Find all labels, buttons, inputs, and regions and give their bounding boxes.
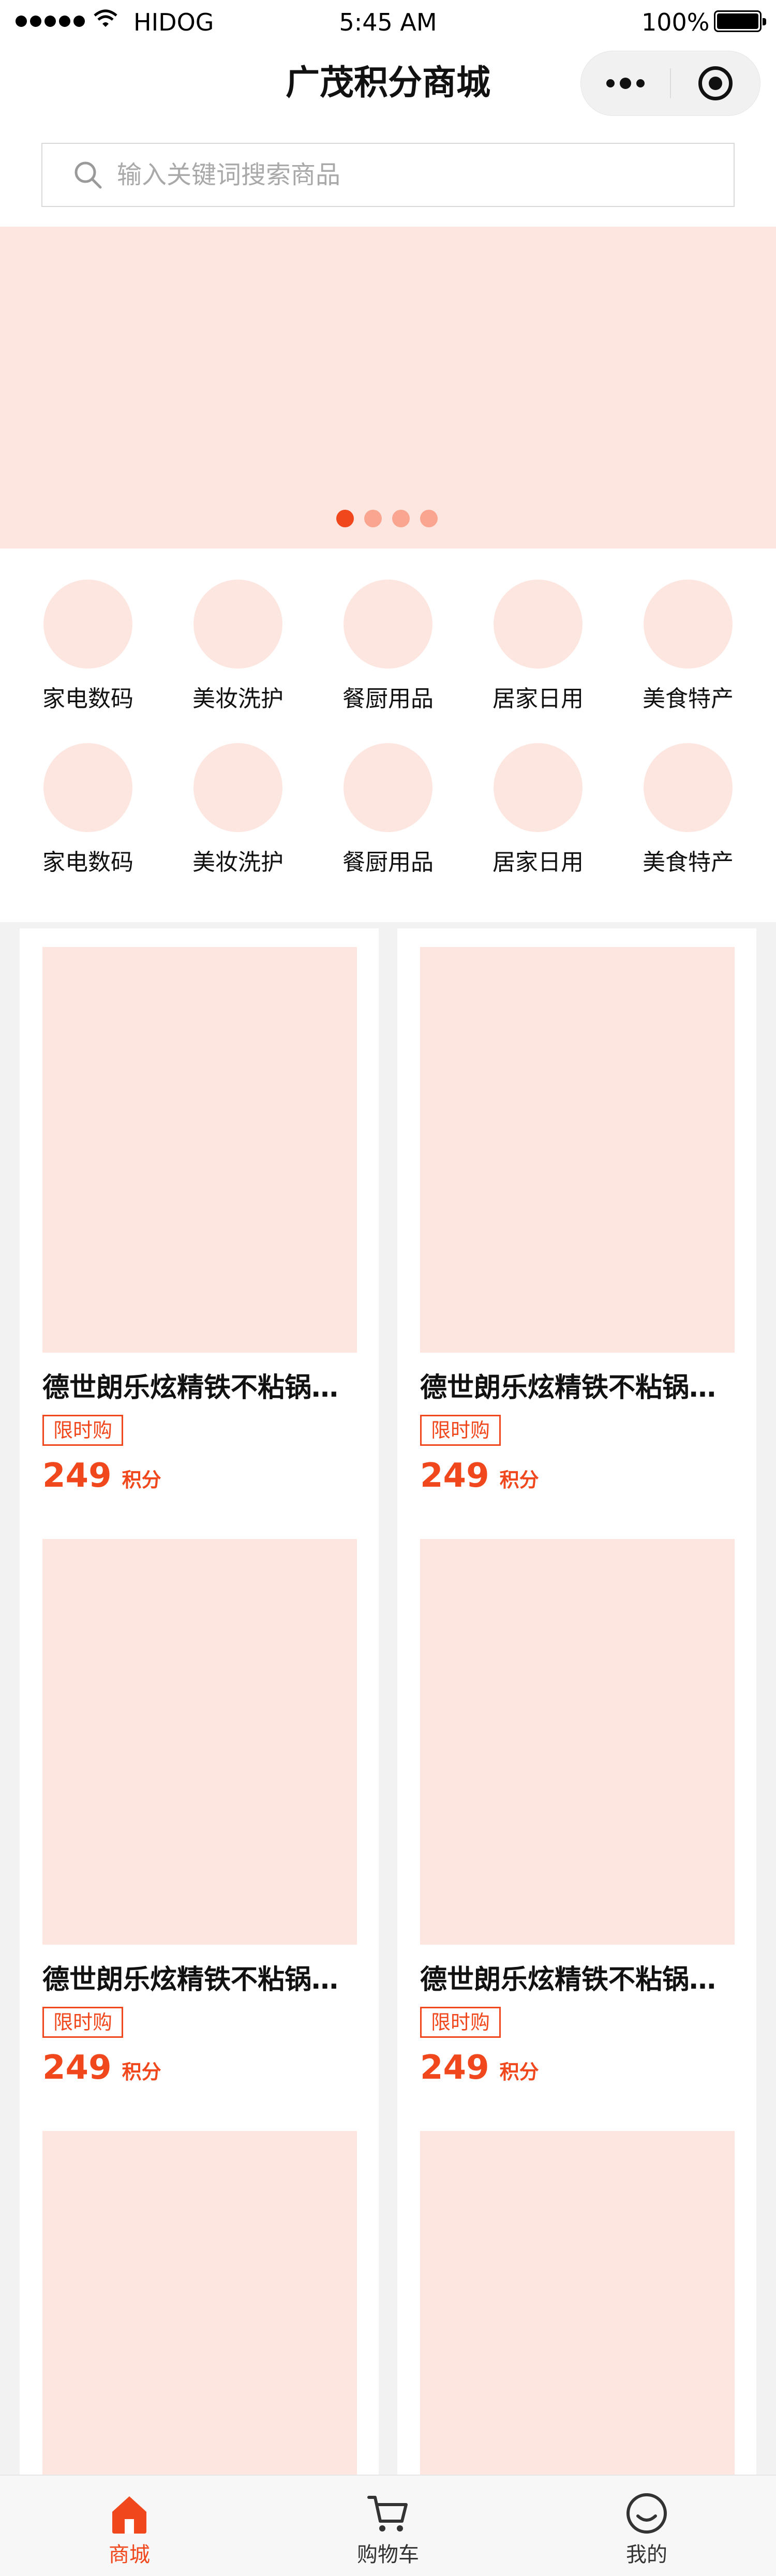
category-label: 家电数码 xyxy=(42,849,133,876)
product-card[interactable]: 德世朗乐炫精铁不粘锅三… 限时购 249 积分 xyxy=(397,928,756,1520)
close-target-icon xyxy=(698,66,733,100)
product-card[interactable]: 德世朗乐炫精铁不粘锅三… 限时购 249 积分 xyxy=(20,1520,379,2112)
category-icon xyxy=(43,743,132,832)
product-grid: 德世朗乐炫精铁不粘锅三… 限时购 249 积分 德世朗乐炫精铁不粘锅三… 限时购… xyxy=(20,928,756,2576)
more-button[interactable] xyxy=(581,51,670,115)
flash-sale-tag: 限时购 xyxy=(420,2007,501,2038)
category-item[interactable]: 餐厨用品 xyxy=(313,580,463,718)
price-unit: 积分 xyxy=(499,1469,539,1491)
tab-label: 我的 xyxy=(626,2543,667,2567)
category-icon xyxy=(43,580,132,669)
cart-icon xyxy=(367,2496,408,2531)
tab-profile[interactable]: 我的 xyxy=(517,2476,776,2576)
category-label: 美妆洗护 xyxy=(192,686,283,712)
price-unit: 积分 xyxy=(499,2061,539,2083)
category-icon xyxy=(494,743,583,832)
category-label: 美食特产 xyxy=(643,686,734,712)
product-title: 德世朗乐炫精铁不粘锅三… xyxy=(42,1964,358,1995)
close-mini-program-button[interactable] xyxy=(671,51,760,115)
category-grid: 家电数码 美妆洗护 餐厨用品 居家日用 美食特产 家电数码 美妆洗护 餐厨用品 … xyxy=(13,580,763,882)
banner-dot[interactable] xyxy=(336,510,354,527)
category-label: 家电数码 xyxy=(42,686,133,712)
price-row: 249 积分 xyxy=(42,2048,161,2088)
tab-mall[interactable]: 商城 xyxy=(0,2476,259,2576)
category-icon xyxy=(644,743,733,832)
battery-icon xyxy=(714,10,766,32)
product-title: 德世朗乐炫精铁不粘锅三… xyxy=(420,1372,736,1403)
tab-cart[interactable]: 购物车 xyxy=(259,2476,517,2576)
category-item[interactable]: 家电数码 xyxy=(13,580,163,718)
banner-carousel[interactable] xyxy=(0,227,776,549)
product-section: 德世朗乐炫精铁不粘锅三… 限时购 249 积分 德世朗乐炫精铁不粘锅三… 限时购… xyxy=(0,922,776,2576)
category-item[interactable]: 居家日用 xyxy=(463,580,613,718)
category-icon xyxy=(193,743,282,832)
category-icon xyxy=(344,743,432,832)
category-item[interactable]: 美妆洗护 xyxy=(163,580,313,718)
tab-label: 购物车 xyxy=(357,2543,419,2567)
price-row: 249 积分 xyxy=(420,1456,539,1496)
banner-dot[interactable] xyxy=(392,510,410,527)
product-price: 249 xyxy=(420,2049,489,2087)
category-label: 美妆洗护 xyxy=(192,849,283,876)
category-item[interactable]: 美食特产 xyxy=(613,580,763,718)
home-icon xyxy=(112,2496,146,2534)
product-price: 249 xyxy=(42,2049,112,2087)
banner-dot[interactable] xyxy=(364,510,382,527)
product-card[interactable]: 德世朗乐炫精铁不粘锅三… 限时购 249 积分 xyxy=(397,1520,756,2112)
banner-indicator xyxy=(336,510,438,527)
price-unit: 积分 xyxy=(122,2061,161,2083)
category-item[interactable]: 餐厨用品 xyxy=(313,743,463,882)
price-unit: 积分 xyxy=(122,1469,161,1491)
category-icon xyxy=(344,580,432,669)
product-price: 249 xyxy=(420,1457,489,1495)
category-label: 居家日用 xyxy=(493,849,584,876)
category-section: 家电数码 美妆洗护 餐厨用品 居家日用 美食特产 家电数码 美妆洗护 餐厨用品 … xyxy=(0,549,776,922)
category-label: 餐厨用品 xyxy=(342,686,434,712)
category-item[interactable]: 美妆洗护 xyxy=(163,743,313,882)
page: HIDOG 5:45 AM 100% 广茂积分商城 输入关键词搜索商品 家电数码… xyxy=(0,0,776,2576)
category-label: 美食特产 xyxy=(643,849,734,876)
product-image xyxy=(420,1539,735,1945)
category-label: 餐厨用品 xyxy=(342,849,434,876)
mini-program-capsule xyxy=(580,51,760,116)
product-title: 德世朗乐炫精铁不粘锅三… xyxy=(420,1964,736,1995)
search-bar[interactable]: 输入关键词搜索商品 xyxy=(41,143,735,207)
category-item[interactable]: 家电数码 xyxy=(13,743,163,882)
tab-label: 商城 xyxy=(109,2543,150,2567)
category-icon xyxy=(644,580,733,669)
category-item[interactable]: 居家日用 xyxy=(463,743,613,882)
price-row: 249 积分 xyxy=(42,1456,161,1496)
flash-sale-tag: 限时购 xyxy=(42,1415,124,1446)
product-image xyxy=(42,947,357,1353)
product-title: 德世朗乐炫精铁不粘锅三… xyxy=(42,1372,358,1403)
price-row: 249 积分 xyxy=(420,2048,539,2088)
flash-sale-tag: 限时购 xyxy=(420,1415,501,1446)
status-bar: HIDOG 5:45 AM 100% xyxy=(0,0,776,45)
more-dots-icon xyxy=(606,78,645,89)
product-image xyxy=(42,1539,357,1945)
product-card[interactable]: 德世朗乐炫精铁不粘锅三… 限时购 249 积分 xyxy=(20,928,379,1520)
smile-icon xyxy=(626,2493,667,2534)
battery-percent: 100% xyxy=(641,8,710,36)
product-image xyxy=(420,947,735,1353)
search-placeholder: 输入关键词搜索商品 xyxy=(117,160,341,189)
flash-sale-tag: 限时购 xyxy=(42,2007,124,2038)
category-icon xyxy=(494,580,583,669)
tab-bar: 商城 购物车 我的 xyxy=(0,2475,776,2576)
category-label: 居家日用 xyxy=(493,686,584,712)
banner-dot[interactable] xyxy=(420,510,438,527)
search-icon xyxy=(74,161,102,189)
category-item[interactable]: 美食特产 xyxy=(613,743,763,882)
product-price: 249 xyxy=(42,1457,112,1495)
category-icon xyxy=(193,580,282,669)
